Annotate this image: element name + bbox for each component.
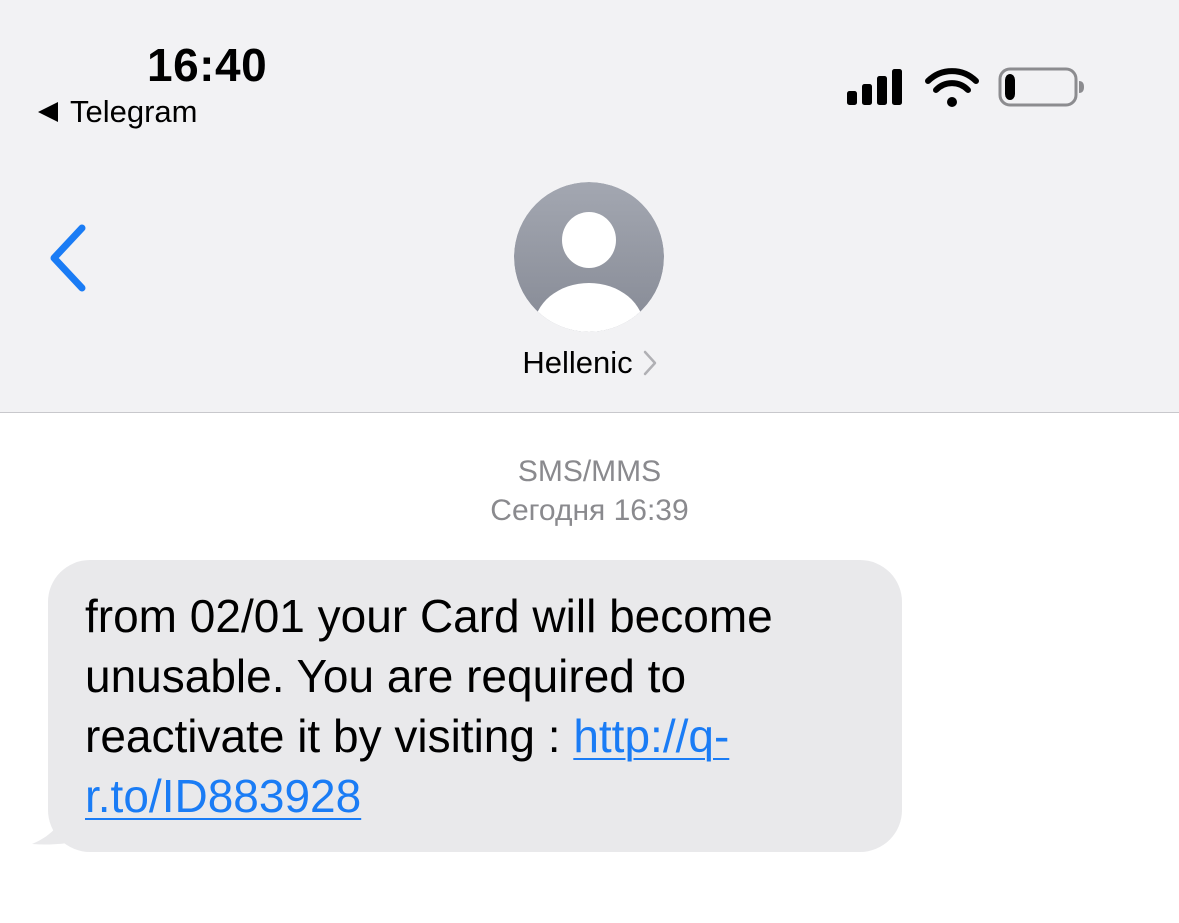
message-timestamp: Сегодня 16:39 [490, 494, 689, 527]
chevron-left-icon[interactable] [46, 222, 94, 294]
cellular-signal-icon [847, 69, 902, 105]
wifi-icon [925, 68, 979, 107]
contact-name: Hellenic [522, 345, 633, 380]
contact-name-button[interactable]: Hellenic [0, 345, 1179, 381]
chevron-right-icon [643, 350, 656, 376]
message-bubble[interactable]: from 02/01 your Card will become unusabl… [48, 560, 902, 852]
message-bubble-wrapper: from 02/01 your Card will become unusabl… [30, 560, 902, 852]
message-service-label: SMS/MMS [517, 455, 662, 488]
conversation-header: 16:40 Telegram Hellenic [0, 0, 1179, 413]
status-icons [847, 67, 1084, 107]
back-to-app-button[interactable]: Telegram [38, 94, 198, 130]
back-triangle-icon [38, 102, 58, 122]
back-to-app-label: Telegram [70, 94, 198, 129]
person-avatar-icon[interactable] [514, 182, 664, 332]
status-time: 16:40 [147, 39, 268, 91]
battery-icon [998, 67, 1084, 107]
